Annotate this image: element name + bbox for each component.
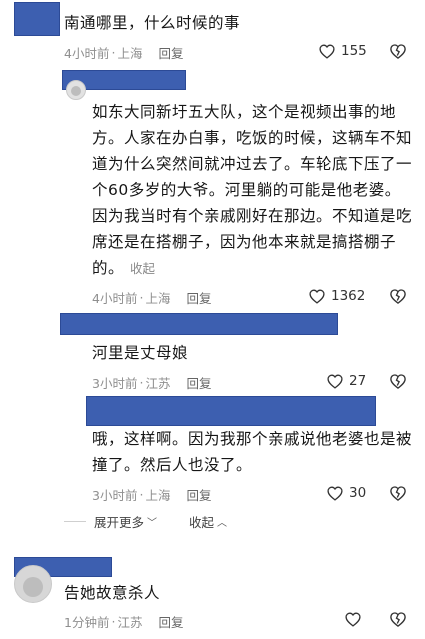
comment-location: 上海 [145, 291, 171, 306]
collapse-thread-button[interactable]: 收起 ︿ [189, 512, 227, 531]
comment-text: 河里是丈母娘 [92, 344, 189, 362]
redacted-username [14, 2, 60, 36]
comment-text: 南通哪里，什么时候的事 [64, 14, 241, 32]
comment-time: 3小时前 [92, 376, 138, 391]
reply-button[interactable]: 回复 [186, 485, 211, 504]
like-button[interactable]: 27 [326, 373, 366, 389]
comment-time: 4小时前 [92, 291, 138, 306]
comment-body: 如东大同新圩五大队，这个是视频出事的地方。人家在办白事，吃饭的时候，这辆车不知道… [92, 103, 413, 277]
comment-time: 4小时前 [64, 46, 110, 61]
cropped-top-line [60, 0, 360, 6]
like-button[interactable] [344, 611, 367, 627]
meta-separator: · [111, 614, 116, 629]
comment-text: 告她故意杀人 [64, 584, 161, 602]
meta-separator: · [139, 290, 144, 305]
meta-separator: · [139, 375, 144, 390]
divider [64, 521, 86, 522]
heart-outline-icon [309, 289, 325, 304]
comment-text: 哦，这样啊。因为我那个亲戚说他老婆也是被撞了。然后人也没了。 [92, 430, 413, 474]
like-count: 155 [341, 43, 367, 59]
meta-separator: · [139, 487, 144, 502]
comment-meta: 3小时前 · 江苏 回复 [92, 373, 211, 392]
reply-button[interactable]: 回复 [186, 288, 211, 307]
thread-controls: 展开更多 ﹀ 收起 ︿ [64, 512, 227, 531]
like-button[interactable]: 30 [326, 485, 366, 501]
like-count: 1362 [331, 288, 366, 304]
comment-time: 1分钟前 [64, 615, 110, 630]
broken-heart-icon[interactable] [389, 287, 407, 305]
broken-heart-icon[interactable] [389, 42, 407, 60]
reply-button[interactable]: 回复 [158, 612, 183, 631]
comment-meta: 1分钟前 · 江苏 回复 [64, 612, 183, 631]
comment-time: 3小时前 [92, 488, 138, 503]
like-button[interactable]: 155 [318, 43, 367, 59]
like-count: 27 [349, 373, 367, 389]
collapse-link[interactable]: 收起 [130, 261, 155, 276]
broken-heart-icon[interactable] [389, 372, 407, 390]
redacted-username [86, 396, 376, 426]
redacted-username [60, 313, 338, 335]
broken-heart-icon[interactable] [389, 610, 407, 628]
collapse-label: 收起 [189, 515, 215, 530]
comment-meta: 4小时前 · 上海 回复 [64, 43, 183, 62]
heart-outline-icon [327, 486, 343, 501]
reply-button[interactable]: 回复 [158, 43, 183, 62]
meta-separator: · [111, 45, 116, 60]
like-button[interactable]: 1362 [308, 288, 365, 304]
expand-more-button[interactable]: 展开更多 ﹀ [94, 512, 157, 531]
comment-location: 上海 [145, 488, 171, 503]
expand-more-label: 展开更多 [94, 515, 145, 530]
avatar [14, 565, 52, 603]
heart-outline-icon [345, 612, 361, 627]
chevron-down-icon: ﹀ [147, 518, 158, 529]
comment-text: 如东大同新圩五大队，这个是视频出事的地方。人家在办白事，吃饭的时候，这辆车不知道… [92, 99, 414, 282]
like-count: 30 [349, 485, 367, 501]
reply-button[interactable]: 回复 [186, 373, 211, 392]
comment-location: 上海 [117, 46, 143, 61]
comment-location: 江苏 [117, 615, 143, 630]
chevron-up-icon: ︿ [217, 518, 228, 529]
comment-location: 江苏 [145, 376, 171, 391]
heart-outline-icon [327, 374, 343, 389]
heart-outline-icon [319, 44, 335, 59]
avatar [66, 80, 86, 100]
comment-meta: 4小时前 · 上海 回复 [92, 288, 211, 307]
comment-meta: 3小时前 · 上海 回复 [92, 485, 211, 504]
broken-heart-icon[interactable] [389, 484, 407, 502]
